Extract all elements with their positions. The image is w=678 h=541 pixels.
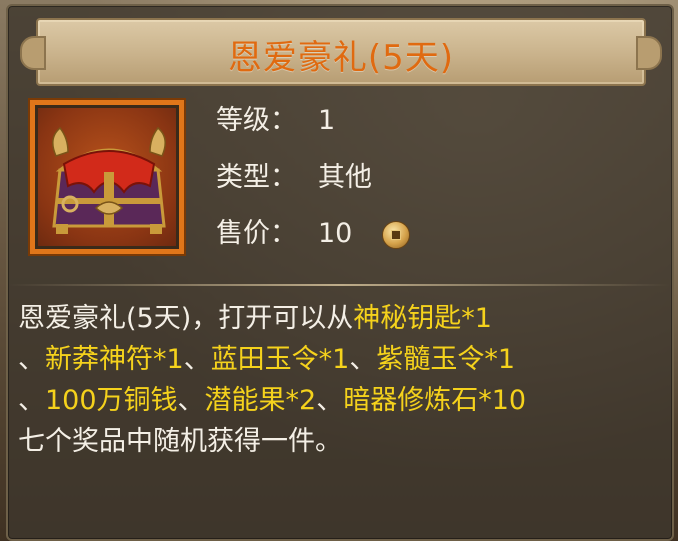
item-title: 恩爱豪礼(5天) [227, 38, 455, 78]
reward-item: 100万铜钱 [45, 385, 178, 416]
copper-coin-icon [382, 220, 411, 249]
description-line: 七个奖品中随机获得一件。 [18, 421, 658, 462]
level-label: 等级： [216, 105, 297, 136]
price-value: 10 [318, 218, 353, 249]
description-text: 恩爱豪礼(5天)，打开可以从 [18, 303, 354, 334]
description-line: 、新莽神符*1、蓝田玉令*1、紫髓玉令*1 [18, 339, 658, 380]
separator: 、 [18, 344, 45, 375]
description-line: 、100万铜钱、潜能果*2、暗器修炼石*10 [18, 380, 658, 421]
reward-item: 新莽神符*1 [45, 344, 184, 375]
type-label: 类型： [216, 162, 297, 193]
separator: 、 [177, 385, 205, 416]
price-row: 售价： 10 [216, 217, 411, 251]
item-title-bar: 恩爱豪礼(5天) [20, 18, 662, 86]
separator: 、 [316, 385, 344, 416]
separator: 、 [183, 344, 211, 375]
reward-item: 蓝田玉令*1 [210, 344, 350, 375]
level-value: 1 [318, 105, 336, 136]
type-row: 类型： 其他 [216, 161, 372, 195]
description-line: 恩爱豪礼(5天)，打开可以从神秘钥匙*1 [18, 298, 658, 339]
item-icon-frame [28, 98, 186, 256]
separator: 、 [18, 385, 45, 416]
reward-item: 暗器修炼石*10 [343, 385, 527, 416]
reward-item: 潜能果*2 [204, 385, 317, 416]
item-description: 恩爱豪礼(5天)，打开可以从神秘钥匙*1 、新莽神符*1、蓝田玉令*1、紫髓玉令… [18, 298, 658, 462]
type-value: 其他 [318, 162, 372, 193]
reward-item: 紫髓玉令*1 [376, 344, 516, 375]
treasure-chest-icon [35, 105, 179, 249]
separator: 、 [349, 344, 377, 375]
price-label: 售价： [216, 218, 297, 249]
description-text: 七个奖品中随机获得一件。 [18, 426, 342, 457]
level-row: 等级： 1 [216, 104, 335, 138]
reward-item: 神秘钥匙*1 [353, 303, 492, 334]
section-divider [8, 284, 670, 286]
